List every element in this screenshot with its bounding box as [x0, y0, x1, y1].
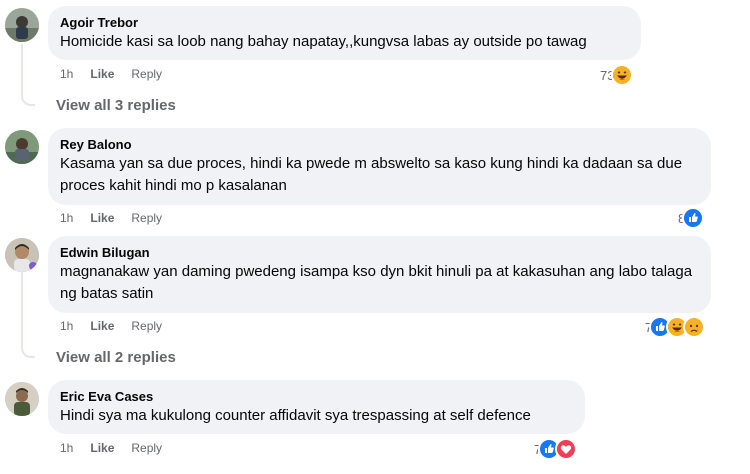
comment-text: Hindi sya ma kukulong counter affidavit …: [60, 407, 531, 424]
comment-actions: 1h Like Reply: [60, 318, 162, 334]
reply-button[interactable]: Reply: [131, 66, 162, 82]
avatar[interactable]: [5, 382, 39, 416]
avatar-photo: [5, 238, 39, 272]
comment-text: magnanakaw yan daming pwedeng isampa kso…: [60, 263, 693, 302]
reaction-summary[interactable]: 73: [600, 64, 634, 86]
reply-button[interactable]: Reply: [131, 210, 162, 226]
comment-text: Kasama yan sa due proces, hindi ka pwede…: [60, 155, 683, 194]
view-replies-link[interactable]: View all 3 replies: [56, 96, 176, 116]
like-button[interactable]: Like: [90, 66, 114, 82]
comment-actions: 1h Like Reply: [60, 66, 162, 82]
reply-thread-connector: [21, 272, 35, 358]
comment-bubble: Edwin Bilugan magnanakaw yan daming pwed…: [48, 236, 711, 313]
avatar[interactable]: [5, 238, 39, 272]
comment-time[interactable]: 1h: [60, 440, 73, 456]
comment-actions: 1h Like Reply: [60, 210, 162, 226]
avatar-photo: [5, 382, 39, 416]
comment-text: Homicide kasi sa loob nang bahay napatay…: [60, 33, 587, 50]
reply-thread-connector: [21, 44, 35, 106]
comment-bubble: Agoir Trebor Homicide kasi sa loob nang …: [48, 6, 641, 60]
comment-time[interactable]: 1h: [60, 210, 73, 226]
reaction-summary[interactable]: 7: [534, 438, 578, 460]
comment-author[interactable]: Agoir Trebor: [60, 14, 629, 31]
avatar-photo: [5, 130, 39, 164]
avatar-photo: [5, 8, 39, 42]
love-icon: [555, 438, 578, 460]
view-replies-link[interactable]: View all 2 replies: [56, 348, 176, 368]
comment-author[interactable]: Rey Balono: [60, 136, 699, 153]
avatar[interactable]: [5, 130, 39, 164]
haha-icon: [611, 64, 634, 86]
reply-button[interactable]: Reply: [131, 318, 162, 334]
like-button[interactable]: Like: [90, 440, 114, 456]
like-button[interactable]: Like: [90, 318, 114, 334]
reaction-summary[interactable]: 8: [678, 207, 705, 229]
avatar[interactable]: [5, 8, 39, 42]
comment-bubble: Eric Eva Cases Hindi sya ma kukulong cou…: [48, 380, 585, 434]
reply-button[interactable]: Reply: [131, 440, 162, 456]
comment-time[interactable]: 1h: [60, 66, 73, 82]
comment-bubble: Rey Balono Kasama yan sa due proces, hin…: [48, 128, 711, 205]
comment-actions: 1h Like Reply: [60, 440, 162, 456]
reaction-summary[interactable]: 7: [645, 316, 706, 338]
like-button[interactable]: Like: [90, 210, 114, 226]
comment-author[interactable]: Edwin Bilugan: [60, 244, 699, 261]
comment-time[interactable]: 1h: [60, 318, 73, 334]
comment-author[interactable]: Eric Eva Cases: [60, 388, 573, 405]
like-icon: [682, 207, 705, 229]
comment-thread: Agoir Trebor Homicide kasi sa loob nang …: [0, 0, 750, 474]
sad-icon: [683, 316, 706, 338]
